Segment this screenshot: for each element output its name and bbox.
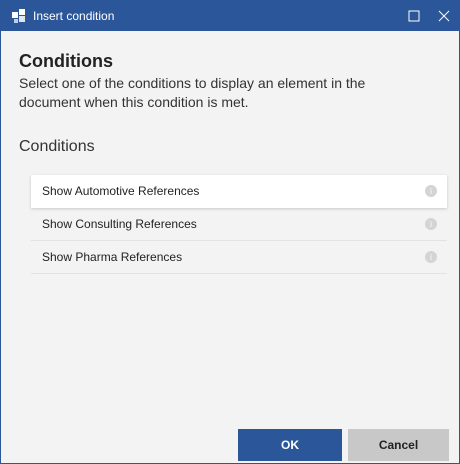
list-item-automotive[interactable]: Show Automotive References i [31, 175, 447, 208]
condition-label: Show Consulting References [42, 217, 197, 231]
conditions-list: Show Automotive References i Show Consul… [31, 175, 447, 274]
list-item-pharma[interactable]: Show Pharma References i [31, 241, 447, 274]
info-icon[interactable]: i [425, 185, 437, 197]
maximize-button[interactable] [399, 1, 429, 31]
title-bar: Insert condition [1, 1, 459, 31]
app-icon [11, 8, 27, 24]
info-icon[interactable]: i [425, 251, 437, 263]
cancel-button[interactable]: Cancel [348, 429, 449, 461]
section-title: Conditions [19, 138, 95, 155]
info-icon[interactable]: i [425, 218, 437, 230]
close-icon [438, 10, 450, 22]
dialog-footer: OK Cancel [1, 427, 459, 464]
window-title: Insert condition [33, 9, 115, 23]
close-button[interactable] [429, 1, 459, 31]
ok-button[interactable]: OK [238, 429, 342, 461]
insert-condition-dialog: Insert condition Conditions Select one o… [0, 0, 460, 464]
condition-label: Show Automotive References [42, 184, 200, 198]
dialog-content: Conditions Select one of the conditions … [1, 31, 459, 156]
list-item-consulting[interactable]: Show Consulting References i [31, 208, 447, 241]
condition-label: Show Pharma References [42, 250, 183, 264]
maximize-icon [408, 10, 420, 22]
description-text: Select one of the conditions to display … [19, 75, 366, 110]
page-title: Conditions [19, 51, 113, 71]
